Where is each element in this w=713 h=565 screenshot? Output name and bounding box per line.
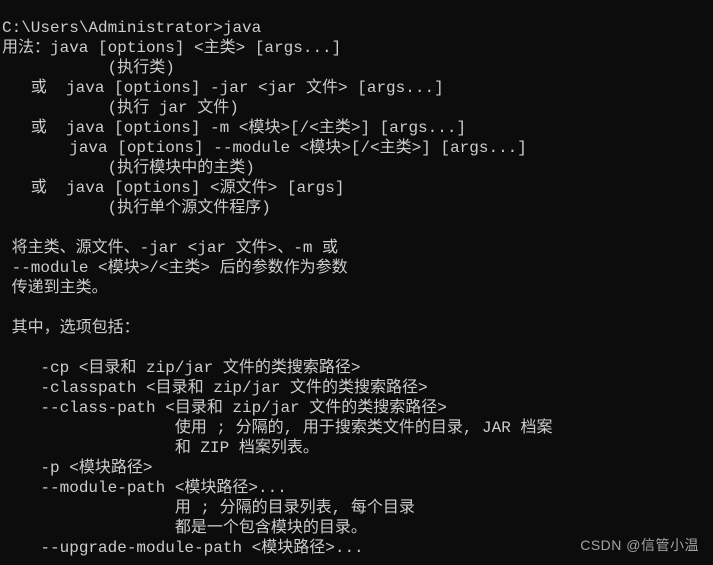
output-line: 都是一个包含模块的目录。 — [2, 519, 367, 537]
output-line: 其中，选项包括： — [2, 319, 140, 337]
output-line: (执行模块中的主类) — [2, 159, 255, 177]
output-line: (执行单个源文件程序) — [2, 199, 271, 217]
output-line: 传递到主类。 — [2, 279, 108, 297]
output-line: -classpath <目录和 zip/jar 文件的类搜索路径> — [2, 379, 428, 397]
output-line: java [options] --module <模块>[/<主类>] [arg… — [2, 139, 527, 157]
output-line: -p <模块路径> — [2, 459, 152, 477]
output-line: --upgrade-module-path <模块路径>... — [2, 539, 364, 557]
output-line: 和 ZIP 档案列表。 — [2, 439, 319, 457]
output-line: 或 java [options] -jar <jar 文件> [args...] — [2, 79, 444, 97]
output-line: --module-path <模块路径>... — [2, 479, 287, 497]
watermark-text: CSDN @信管小温 — [580, 535, 699, 555]
output-line: -cp <目录和 zip/jar 文件的类搜索路径> — [2, 359, 360, 377]
output-line: --class-path <目录和 zip/jar 文件的类搜索路径> — [2, 399, 447, 417]
prompt-line: C:\Users\Administrator>java — [2, 19, 261, 37]
output-line: 用 ; 分隔的目录列表, 每个目录 — [2, 499, 415, 517]
output-line: 使用 ; 分隔的, 用于搜索类文件的目录, JAR 档案 — [2, 419, 552, 437]
output-line: 或 java [options] -m <模块>[/<主类>] [args...… — [2, 119, 466, 137]
output-line: 将主类、源文件、-jar <jar 文件>、-m 或 — [2, 239, 338, 257]
output-line: 或 java [options] <源文件> [args] — [2, 179, 344, 197]
output-line: --module <模块>/<主类> 后的参数作为参数 — [2, 259, 348, 277]
output-line: 用法：java [options] <主类> [args...] — [2, 39, 341, 57]
output-line: (执行 jar 文件) — [2, 99, 239, 117]
output-line: (执行类) — [2, 59, 175, 77]
terminal-output[interactable]: C:\Users\Administrator>java 用法：java [opt… — [0, 16, 713, 558]
